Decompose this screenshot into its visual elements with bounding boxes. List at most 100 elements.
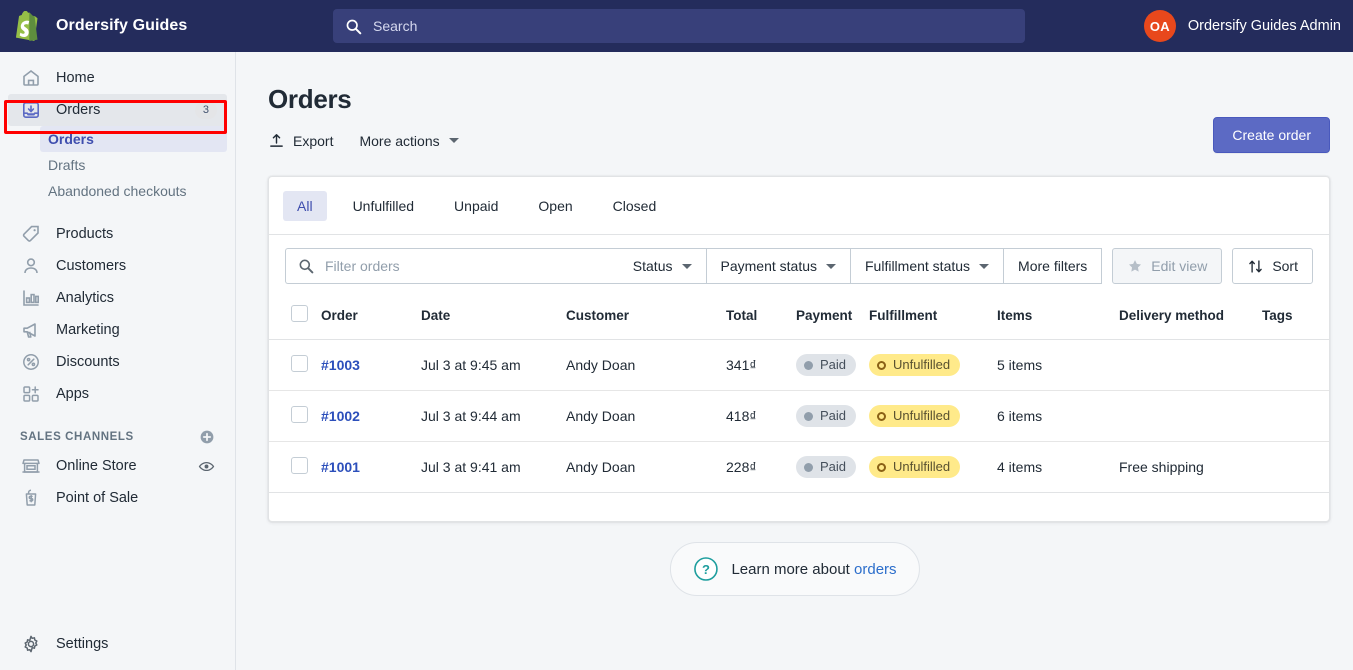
column-delivery-method[interactable]: Delivery method [1119, 297, 1262, 340]
sidebar-subitem-drafts[interactable]: Drafts [40, 152, 227, 178]
user-menu[interactable]: OA Ordersify Guides Admin [1143, 9, 1341, 43]
help-label: Learn more about [731, 560, 850, 578]
filter-bar: Filter orders Status Payment status Fulf… [269, 235, 1329, 297]
person-icon [20, 255, 42, 277]
orders-table: Order Date Customer Total Payment Fulfil… [269, 297, 1329, 493]
row-checkbox-cell [269, 339, 321, 391]
sidebar-item-customers[interactable]: Customers [8, 250, 227, 282]
top-bar: Ordersify Guides Search OA Ordersify Gui… [0, 0, 1353, 52]
page-actions: Export More actions [268, 132, 459, 149]
tab-open[interactable]: Open [524, 191, 586, 221]
column-items[interactable]: Items [997, 297, 1119, 340]
sidebar-item-label: Analytics [56, 290, 115, 306]
sidebar-item-home[interactable]: Home [8, 62, 227, 94]
sidebar-item-point-of-sale[interactable]: Point of Sale [8, 482, 227, 514]
status-badge-fulfillment: Unfulfilled [869, 456, 961, 478]
sidebar-item-products[interactable]: Products [8, 218, 227, 250]
table-row[interactable]: #1001 Jul 3 at 9:41 am Andy Doan 228₫ Pa… [269, 441, 1329, 493]
plus-circle-icon[interactable] [199, 429, 215, 445]
brand[interactable]: Ordersify Guides [14, 11, 314, 41]
sidebar-item-analytics[interactable]: Analytics [8, 282, 227, 314]
global-search-input[interactable]: Search [333, 9, 1025, 43]
order-link[interactable]: #1001 [321, 459, 360, 475]
sales-channels-header: SALES CHANNELS [8, 424, 227, 450]
chevron-down-icon [826, 263, 836, 269]
cell-items: 6 items [997, 390, 1119, 442]
select-all-header [269, 297, 321, 340]
column-total[interactable]: Total [726, 297, 796, 340]
tab-unfulfilled[interactable]: Unfulfilled [339, 191, 428, 221]
status-badge-fulfillment: Unfulfilled [869, 405, 961, 427]
cell-fulfillment: Unfulfilled [869, 339, 997, 391]
payment-status-label: Paid [820, 408, 847, 423]
cell-delivery-method [1119, 390, 1262, 442]
column-date[interactable]: Date [421, 297, 566, 340]
gear-icon [20, 633, 42, 655]
sort-button[interactable]: Sort [1232, 248, 1313, 284]
cell-payment: Paid [796, 390, 869, 442]
help-text: Learn more about orders [731, 561, 896, 578]
cell-order: #1003 [321, 339, 421, 391]
cell-payment: Paid [796, 441, 869, 493]
sidebar-item-orders[interactable]: Orders 3 [8, 94, 227, 126]
row-checkbox[interactable] [291, 457, 308, 474]
cell-fulfillment: Unfulfilled [869, 390, 997, 442]
filter-orders-input[interactable]: Filter orders [285, 248, 619, 284]
order-link[interactable]: #1003 [321, 357, 360, 373]
more-filters-button[interactable]: More filters [1004, 248, 1103, 284]
fulfillment-status-label: Unfulfilled [893, 357, 951, 372]
sidebar-item-apps[interactable]: Apps [8, 378, 227, 410]
column-payment[interactable]: Payment [796, 297, 869, 340]
eye-icon[interactable] [198, 458, 215, 475]
tab-all[interactable]: All [283, 190, 327, 221]
tab-unpaid[interactable]: Unpaid [440, 191, 512, 221]
tab-closed[interactable]: Closed [599, 191, 671, 221]
column-order[interactable]: Order [321, 297, 421, 340]
sidebar: Home Orders 3 Orders Drafts Abandoned ch… [0, 52, 236, 670]
select-all-checkbox[interactable] [291, 305, 308, 322]
order-link[interactable]: #1002 [321, 408, 360, 424]
sidebar-subitem-label: Orders [48, 131, 94, 147]
sidebar-item-online-store[interactable]: Online Store [8, 450, 227, 482]
sort-label: Sort [1272, 258, 1298, 274]
help-banner[interactable]: ? Learn more about orders [669, 542, 920, 596]
sidebar-item-label: Products [56, 226, 114, 242]
sidebar-subitem-orders[interactable]: Orders [40, 126, 227, 152]
sidebar-item-label: Apps [56, 386, 90, 402]
user-name: Ordersify Guides Admin [1187, 18, 1341, 34]
sales-channels-title: SALES CHANNELS [20, 431, 134, 443]
table-row[interactable]: #1002 Jul 3 at 9:44 am Andy Doan 418₫ Pa… [269, 390, 1329, 442]
apps-grid-plus-icon [20, 383, 42, 405]
column-fulfillment[interactable]: Fulfillment [869, 297, 997, 340]
create-order-button[interactable]: Create order [1213, 117, 1330, 153]
row-checkbox[interactable] [291, 406, 308, 423]
payment-status-filter-label: Payment status [720, 258, 818, 274]
edit-view-button[interactable]: Edit view [1112, 248, 1223, 284]
column-customer[interactable]: Customer [566, 297, 726, 340]
status-filter-button[interactable]: Status [618, 248, 707, 284]
status-badge-payment: Paid [796, 405, 857, 427]
sidebar-subitem-abandoned-checkouts[interactable]: Abandoned checkouts [40, 178, 227, 204]
help-link[interactable]: orders [854, 561, 897, 578]
table-row[interactable]: #1003 Jul 3 at 9:45 am Andy Doan 341₫ Pa… [269, 339, 1329, 391]
export-button[interactable]: Export [268, 132, 333, 149]
more-actions-button[interactable]: More actions [359, 133, 459, 149]
row-checkbox[interactable] [291, 355, 308, 372]
fulfillment-status-filter-button[interactable]: Fulfillment status [851, 248, 1005, 284]
cell-customer: Andy Doan [566, 441, 726, 493]
filter-orders-placeholder: Filter orders [325, 258, 400, 274]
more-filters-label: More filters [1018, 258, 1088, 274]
chevron-down-icon [979, 263, 990, 269]
sidebar-item-marketing[interactable]: Marketing [8, 314, 227, 346]
search-icon [298, 258, 314, 274]
sidebar-item-settings[interactable]: Settings [8, 628, 227, 660]
status-ring-icon [877, 411, 886, 421]
edit-view-label: Edit view [1151, 258, 1208, 274]
cell-delivery-method: Free shipping [1119, 441, 1262, 493]
payment-status-label: Paid [820, 459, 847, 474]
column-tags[interactable]: Tags [1262, 297, 1329, 340]
cell-items: 5 items [997, 339, 1119, 391]
payment-status-filter-button[interactable]: Payment status [706, 248, 851, 284]
sidebar-item-discounts[interactable]: Discounts [8, 346, 227, 378]
orders-badge-count: 3 [194, 101, 217, 119]
